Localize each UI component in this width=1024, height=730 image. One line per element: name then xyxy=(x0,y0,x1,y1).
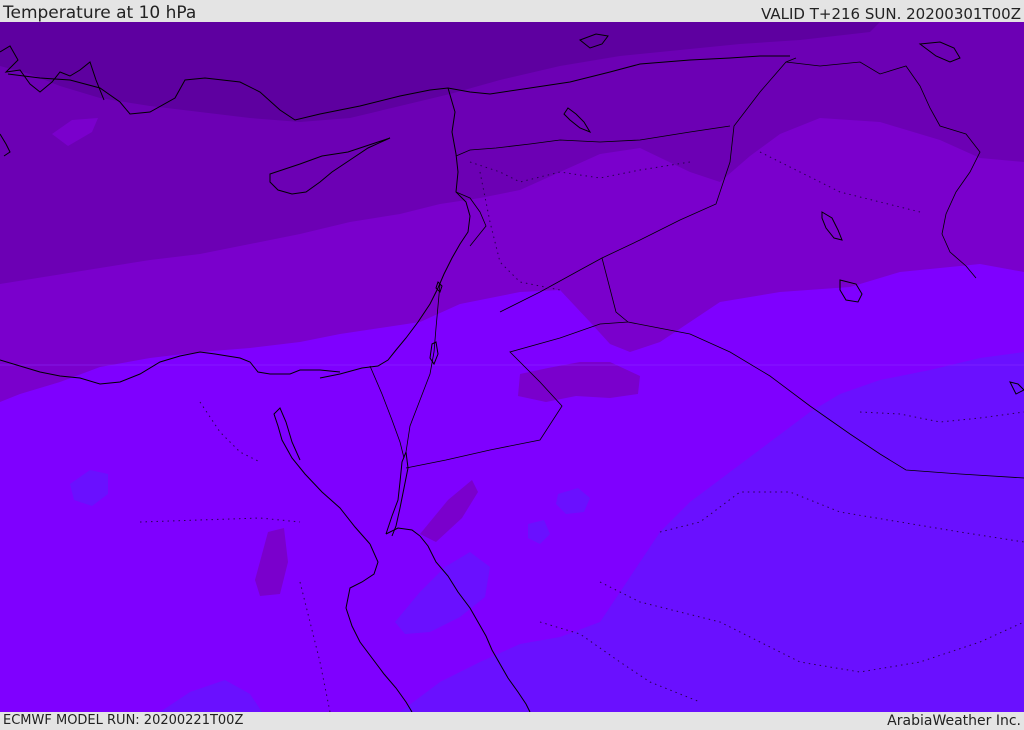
map-title: Temperature at 10 hPa xyxy=(3,3,197,23)
credit-label: ArabiaWeather Inc. xyxy=(887,713,1021,729)
header-bar: Temperature at 10 hPa VALID T+216 SUN. 2… xyxy=(0,0,1024,23)
valid-time-label: VALID T+216 SUN. 20200301T00Z xyxy=(761,5,1021,23)
model-run-label: ECMWF MODEL RUN: 20200221T00Z xyxy=(3,713,244,728)
map-canvas xyxy=(0,22,1024,712)
footer-bar: ECMWF MODEL RUN: 20200221T00Z ArabiaWeat… xyxy=(0,712,1024,729)
temperature-map[interactable] xyxy=(0,22,1024,712)
